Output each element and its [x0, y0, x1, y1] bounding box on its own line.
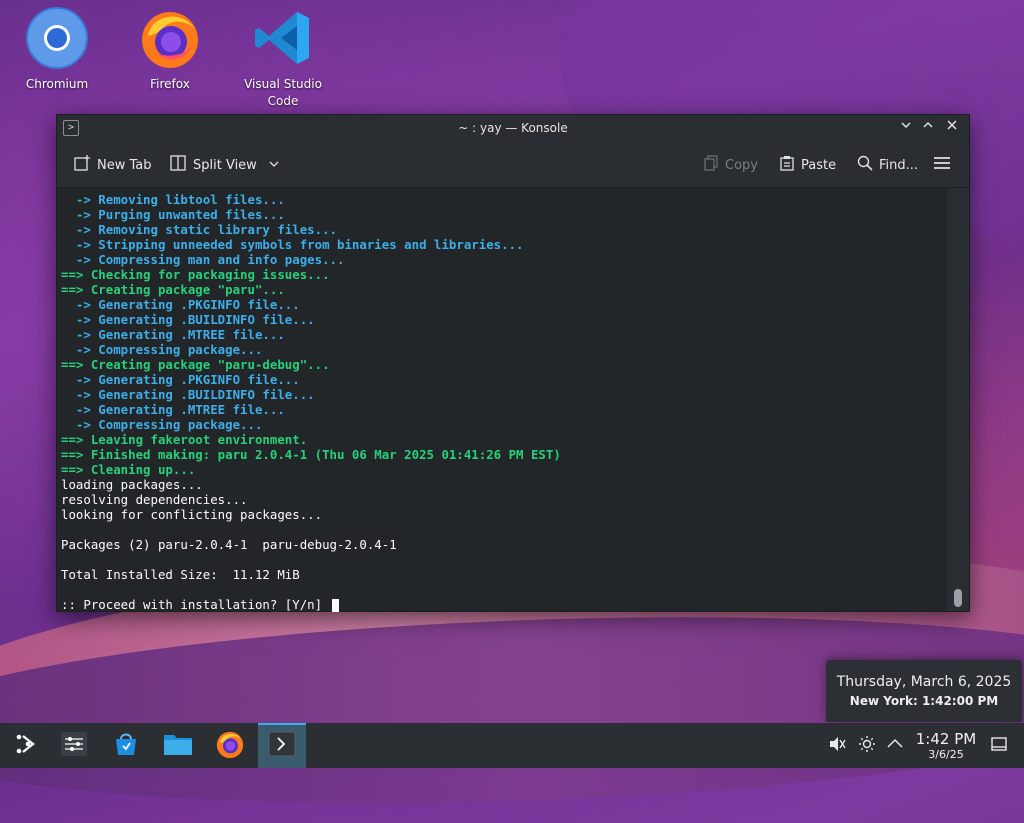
taskbar-clock[interactable]: 1:42 PM 3/6/25 — [906, 731, 986, 762]
brightness-icon[interactable] — [858, 735, 876, 757]
volume-muted-icon[interactable] — [828, 735, 846, 757]
find-label: Find... — [879, 157, 919, 173]
copy-icon — [703, 155, 719, 175]
tooltip-world-clock: New York: 1:42:00 PM — [826, 694, 1022, 708]
split-view-icon — [169, 154, 187, 176]
show-hidden-icons-button[interactable] — [886, 735, 904, 757]
system-settings-icon — [60, 731, 88, 761]
terminal-line: -> Generating .PKGINFO file... — [61, 297, 300, 312]
terminal-scrollbar[interactable] — [947, 188, 969, 611]
terminal-line: :: Proceed with installation? [Y/n] — [61, 597, 339, 612]
clock-time: 1:42 PM — [915, 730, 977, 748]
desktop-icon-label: Visual Studio Code — [244, 77, 322, 108]
terminal-line: ==> Creating package "paru-debug"... — [61, 357, 330, 372]
terminal-line: ==> Finished making: paru 2.0.4-1 (Thu 0… — [61, 447, 561, 462]
terminal-line: -> Generating .PKGINFO file... — [61, 372, 300, 387]
terminal-line: -> Stripping unneeded symbols from binar… — [61, 237, 524, 252]
new-tab-icon — [73, 154, 91, 176]
show-desktop-button[interactable] — [990, 735, 1008, 757]
app-launcher-icon — [13, 731, 39, 761]
terminal-line: loading packages... — [61, 477, 203, 492]
konsole-icon — [268, 731, 296, 761]
hamburger-menu-icon — [933, 155, 951, 175]
terminal-line: -> Generating .BUILDINFO file... — [61, 312, 315, 327]
new-tab-label: New Tab — [97, 157, 152, 173]
terminal-line: -> Compressing package... — [61, 417, 263, 432]
desktop-icon-label: Firefox — [150, 77, 190, 91]
copy-button[interactable]: Copy — [703, 154, 758, 176]
terminal-line: -> Generating .MTREE file... — [61, 402, 285, 417]
terminal-line: -> Removing static library files... — [61, 222, 338, 237]
terminal-output[interactable]: -> Removing libtool files... -> Purging … — [57, 188, 947, 612]
hamburger-menu-button[interactable] — [933, 154, 951, 176]
taskbar-firefox[interactable] — [206, 723, 254, 768]
taskbar: 1:42 PM 3/6/25 — [0, 723, 1024, 768]
terminal-line: ==> Leaving fakeroot environment. — [61, 432, 308, 447]
terminal-line: ==> Creating package "paru"... — [61, 282, 285, 297]
chevron-down-icon — [269, 158, 279, 173]
app-launcher-button[interactable] — [2, 723, 50, 768]
tooltip-city-time: 1:42:00 PM — [921, 694, 999, 708]
taskbar-dolphin[interactable] — [154, 723, 202, 768]
terminal-line: ==> Checking for packaging issues... — [61, 267, 330, 282]
firefox-icon — [138, 6, 202, 70]
dolphin-files-icon — [163, 731, 193, 761]
window-titlebar[interactable]: > ~ : yay — Konsole — [57, 115, 969, 141]
tooltip-city-label: New York: — [849, 694, 918, 708]
paste-label: Paste — [801, 157, 837, 173]
terminal-line: resolving dependencies... — [61, 492, 248, 507]
search-icon — [857, 155, 873, 175]
clock-date: 3/6/25 — [928, 748, 964, 761]
terminal-line: ==> Cleaning up... — [61, 462, 196, 477]
scrollbar-thumb[interactable] — [954, 589, 962, 607]
desktop-icon-chromium[interactable]: Chromium — [12, 0, 102, 93]
maximize-button[interactable] — [919, 119, 937, 137]
taskbar-konsole[interactable] — [258, 723, 306, 768]
close-button[interactable] — [943, 119, 961, 137]
terminal-line: -> Compressing package... — [61, 342, 263, 357]
discover-store-icon — [113, 731, 139, 761]
konsole-window[interactable]: > ~ : yay — Konsole New Tab Split View C… — [56, 114, 970, 612]
new-tab-button[interactable]: New Tab — [73, 154, 152, 176]
window-title: ~ : yay — Konsole — [458, 121, 568, 135]
terminal-line: looking for conflicting packages... — [61, 507, 323, 522]
terminal-line: -> Removing libtool files... — [61, 192, 285, 207]
terminal-line: Packages (2) paru-2.0.4-1 paru-debug-2.0… — [61, 537, 397, 552]
split-view-button[interactable]: Split View — [169, 154, 279, 176]
copy-label: Copy — [725, 157, 758, 173]
terminal-cursor — [331, 599, 339, 612]
terminal-line: -> Generating .MTREE file... — [61, 327, 285, 342]
terminal-line: -> Generating .BUILDINFO file... — [61, 387, 315, 402]
paste-icon — [779, 155, 795, 175]
chromium-icon — [25, 6, 89, 70]
split-view-label: Split View — [193, 157, 257, 173]
desktop-icon-label: Chromium — [25, 77, 89, 91]
firefox-icon — [215, 729, 245, 763]
terminal-line: Total Installed Size: 11.12 MiB — [61, 567, 300, 582]
tooltip-date: Thursday, March 6, 2025 — [836, 674, 1012, 690]
vscode-icon — [251, 6, 315, 70]
taskbar-discover[interactable] — [102, 723, 150, 768]
desktop-icon-vscode[interactable]: Visual Studio Code — [238, 0, 328, 110]
paste-button[interactable]: Paste — [779, 154, 836, 176]
terminal-line: -> Compressing man and info pages... — [61, 252, 345, 267]
desktop-icon-firefox[interactable]: Firefox — [125, 0, 215, 93]
terminal-line: -> Purging unwanted files... — [61, 207, 285, 222]
clock-tooltip: Thursday, March 6, 2025 New York: 1:42:0… — [826, 660, 1022, 722]
find-button[interactable]: Find... — [857, 154, 918, 176]
taskbar-system-settings[interactable] — [50, 723, 98, 768]
konsole-toolbar: New Tab Split View Copy Paste Find... — [57, 141, 969, 188]
minimize-button[interactable] — [897, 119, 915, 137]
